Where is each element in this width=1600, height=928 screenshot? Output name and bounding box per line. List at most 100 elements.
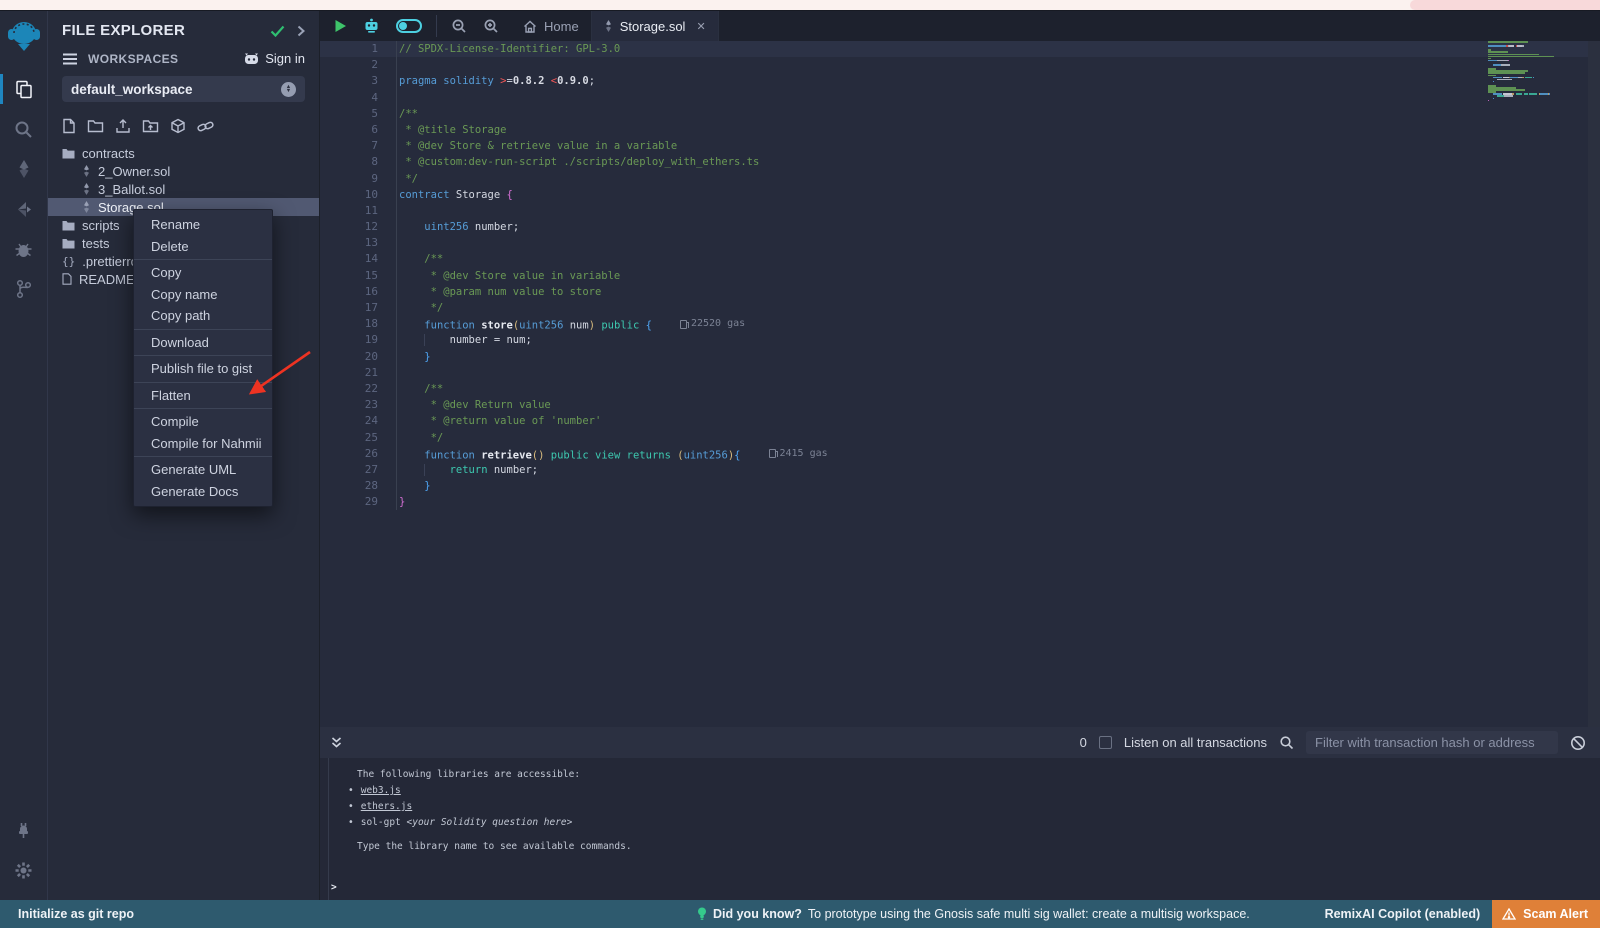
code-line-20[interactable]: 20 } xyxy=(320,349,1588,365)
ai-assistant-icon[interactable] xyxy=(355,11,388,41)
menu-item-delete[interactable]: Delete xyxy=(134,236,272,258)
line-number: 3 xyxy=(320,73,378,89)
ipfs-cube-icon[interactable] xyxy=(170,118,186,134)
menu-item-copy-path[interactable]: Copy path xyxy=(134,305,272,327)
menu-item-generate-uml[interactable]: Generate UML xyxy=(134,459,272,481)
code-line-23[interactable]: 23 * @dev Return value xyxy=(320,397,1588,413)
code-line-1[interactable]: 1// SPDX-License-Identifier: GPL-3.0 xyxy=(320,41,1588,57)
activity-git[interactable] xyxy=(0,269,48,309)
menu-item-generate-docs[interactable]: Generate Docs xyxy=(134,481,272,503)
transaction-filter-input[interactable] xyxy=(1306,731,1558,754)
activity-search[interactable] xyxy=(0,109,48,149)
tab-home[interactable]: Home xyxy=(511,11,591,41)
file-tree-item-3-ballot-sol[interactable]: 3_Ballot.sol xyxy=(48,180,319,198)
code-line-6[interactable]: 6 * @title Storage xyxy=(320,122,1588,138)
terminal-collapse-icon[interactable] xyxy=(330,736,343,749)
code-line-28[interactable]: 28 } xyxy=(320,478,1588,494)
code-editor[interactable]: 1// SPDX-License-Identifier: GPL-3.023pr… xyxy=(320,41,1600,727)
activity-deploy-run[interactable] xyxy=(0,189,48,229)
code-line-12[interactable]: 12 uint256 number; xyxy=(320,219,1588,235)
menu-item-download[interactable]: Download xyxy=(134,332,272,354)
line-number: 12 xyxy=(320,219,378,235)
upload-folder-icon[interactable] xyxy=(142,119,159,133)
activity-file-explorer[interactable] xyxy=(0,69,48,109)
code-line-25[interactable]: 25 */ xyxy=(320,430,1588,446)
scam-alert-button[interactable]: Scam Alert xyxy=(1492,900,1600,928)
workspace-stepper-icon[interactable]: ▲▼ xyxy=(281,82,296,97)
upload-file-icon[interactable] xyxy=(115,118,131,134)
code-line-26[interactable]: 26 function retrieve() public view retur… xyxy=(320,446,1588,462)
zoom-in-icon[interactable] xyxy=(475,11,507,41)
code-line-5[interactable]: 5/** xyxy=(320,106,1588,122)
line-number: 23 xyxy=(320,397,378,413)
import-link-icon[interactable] xyxy=(197,119,214,134)
listen-transactions-checkbox[interactable] xyxy=(1099,736,1112,749)
code-line-8[interactable]: 8 * @custom:dev-run-script ./scripts/dep… xyxy=(320,154,1588,170)
activity-debugger[interactable] xyxy=(0,229,48,269)
accept-check-icon[interactable] xyxy=(270,25,285,37)
code-line-7[interactable]: 7 * @dev Store & retrieve value in a var… xyxy=(320,138,1588,154)
code-line-27[interactable]: 27 return number; xyxy=(320,462,1588,478)
new-folder-icon[interactable] xyxy=(87,119,104,133)
code-line-13[interactable]: 13 xyxy=(320,235,1588,251)
new-file-icon[interactable] xyxy=(62,118,76,134)
remix-logo[interactable] xyxy=(6,19,42,53)
copilot-toggle[interactable] xyxy=(388,11,430,41)
code-line-17[interactable]: 17 */ xyxy=(320,300,1588,316)
code-line-29[interactable]: 29} xyxy=(320,494,1588,510)
tab-close-icon[interactable]: ✕ xyxy=(696,20,705,33)
code-line-10[interactable]: 10contract Storage { xyxy=(320,187,1588,203)
toolbar-divider xyxy=(436,15,437,37)
workspace-select[interactable]: default_workspace ▲▼ xyxy=(62,76,305,102)
terminal-search-icon[interactable] xyxy=(1279,735,1294,750)
browser-chrome-pill xyxy=(1410,0,1600,10)
sign-in-button[interactable]: Sign in xyxy=(244,51,305,66)
code-line-16[interactable]: 16 * @param num value to store xyxy=(320,284,1588,300)
menu-divider xyxy=(134,259,272,260)
code-line-24[interactable]: 24 * @return value of 'number' xyxy=(320,413,1588,429)
remix-ide-window: FILE EXPLORER WORKSPACES Sign in default… xyxy=(0,0,1600,928)
clear-console-icon[interactable] xyxy=(1570,735,1586,751)
menu-item-compile-for-nahmii[interactable]: Compile for Nahmii xyxy=(134,433,272,455)
code-line-3[interactable]: 3pragma solidity >=0.8.2 <0.9.0; xyxy=(320,73,1588,89)
code-line-9[interactable]: 9 */ xyxy=(320,171,1588,187)
terminal[interactable]: The following libraries are accessible: … xyxy=(320,758,1600,900)
zoom-out-icon[interactable] xyxy=(443,11,475,41)
code-line-15[interactable]: 15 * @dev Store value in variable xyxy=(320,268,1588,284)
terminal-prompt[interactable]: > xyxy=(320,880,1600,896)
remixai-copilot-status[interactable]: RemixAI Copilot (enabled) xyxy=(1325,907,1481,921)
terminal-link-ethers-js[interactable]: ethers.js xyxy=(361,801,412,812)
code-line-11[interactable]: 11 xyxy=(320,203,1588,219)
code-line-19[interactable]: 19 number = num; xyxy=(320,332,1588,348)
terminal-link-web3-js[interactable]: web3.js xyxy=(361,785,401,796)
menu-item-rename[interactable]: Rename xyxy=(134,214,272,236)
activity-solidity-compiler[interactable] xyxy=(0,149,48,189)
code-lines[interactable]: 1// SPDX-License-Identifier: GPL-3.023pr… xyxy=(320,41,1588,510)
menu-divider xyxy=(134,456,272,457)
code-line-18[interactable]: 18 function store(uint256 num) public {2… xyxy=(320,316,1588,332)
file-tree-item-2-owner-sol[interactable]: 2_Owner.sol xyxy=(48,162,319,180)
activity-plugin-manager[interactable] xyxy=(0,810,48,850)
chevron-right-icon[interactable] xyxy=(297,25,305,37)
init-git-repo-button[interactable]: Initialize as git repo xyxy=(0,907,134,921)
run-icon[interactable] xyxy=(320,11,355,41)
minimap[interactable] xyxy=(1488,41,1588,727)
activity-bar xyxy=(0,11,48,900)
editor-scrollbar[interactable] xyxy=(1588,41,1600,727)
menu-item-publish-file-to-gist[interactable]: Publish file to gist xyxy=(134,358,272,380)
code-line-2[interactable]: 2 xyxy=(320,57,1588,73)
listen-transactions-label[interactable]: Listen on all transactions xyxy=(1124,735,1267,750)
code-line-22[interactable]: 22 /** xyxy=(320,381,1588,397)
code-line-4[interactable]: 4 xyxy=(320,90,1588,106)
code-line-14[interactable]: 14 /** xyxy=(320,251,1588,267)
menu-item-flatten[interactable]: Flatten xyxy=(134,385,272,407)
menu-item-copy[interactable]: Copy xyxy=(134,262,272,284)
hamburger-menu-icon[interactable] xyxy=(62,53,78,65)
menu-item-copy-name[interactable]: Copy name xyxy=(134,284,272,306)
code-line-21[interactable]: 21 xyxy=(320,365,1588,381)
file-tree-item-contracts[interactable]: contracts xyxy=(48,144,319,162)
menu-item-compile[interactable]: Compile xyxy=(134,411,272,433)
solidity-icon xyxy=(82,165,91,177)
activity-settings[interactable] xyxy=(0,850,48,890)
tab-storage-sol[interactable]: Storage.sol✕ xyxy=(591,11,719,41)
